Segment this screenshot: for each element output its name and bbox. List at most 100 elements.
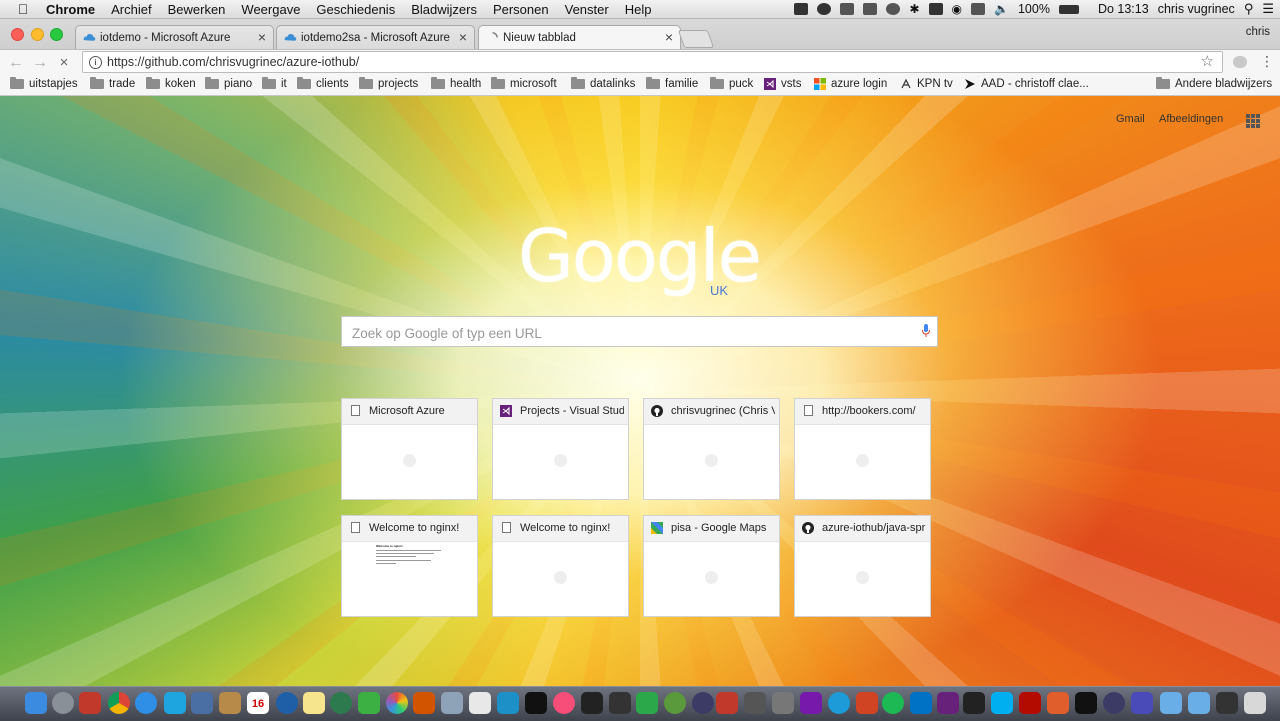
- microphone-icon[interactable]: [922, 324, 930, 337]
- app-tray-icon[interactable]: [817, 3, 832, 15]
- bookmark-microsoft[interactable]: microsoft: [491, 77, 557, 90]
- terminal-icon[interactable]: [525, 692, 547, 714]
- most-visited-tile[interactable]: Welcome to nginx!: [492, 515, 629, 617]
- skype-alt-icon[interactable]: [164, 692, 186, 714]
- contacts-icon[interactable]: [219, 692, 241, 714]
- tab-close-icon[interactable]: ×: [258, 29, 266, 45]
- search-input[interactable]: [350, 322, 914, 344]
- system-preferences-icon[interactable]: [772, 692, 794, 714]
- keyboard-icon[interactable]: [928, 3, 943, 15]
- outlook-icon[interactable]: [910, 692, 932, 714]
- back-button[interactable]: ←: [6, 53, 26, 73]
- apps-grid-icon[interactable]: [1246, 114, 1260, 128]
- bookmark-clients[interactable]: clients: [297, 77, 349, 90]
- app-circle-2-icon[interactable]: [1103, 692, 1125, 714]
- notification-center-icon[interactable]: ☰: [1262, 1, 1274, 17]
- bookmark-vsts[interactable]: vsts: [764, 78, 801, 90]
- tab-close-icon[interactable]: ×: [459, 29, 467, 45]
- bookmark-puck[interactable]: puck: [710, 77, 753, 90]
- bookmark-datalinks[interactable]: datalinks: [571, 77, 635, 90]
- launchpad-icon[interactable]: [52, 692, 74, 714]
- menu-help[interactable]: Help: [617, 2, 660, 17]
- gmail-link[interactable]: Gmail: [1116, 113, 1145, 125]
- menu-bladwijzers[interactable]: Bladwijzers: [403, 2, 485, 17]
- safari-icon[interactable]: [135, 692, 157, 714]
- spotlight-icon[interactable]: ⚲: [1244, 1, 1254, 17]
- most-visited-tile[interactable]: pisa - Google Maps: [643, 515, 780, 617]
- app-circle-icon[interactable]: [692, 692, 714, 714]
- window-minimize-button[interactable]: [31, 28, 44, 41]
- preview-icon[interactable]: [191, 692, 213, 714]
- most-visited-tile[interactable]: Microsoft Azure: [341, 398, 478, 500]
- bookmark-it[interactable]: it: [262, 77, 287, 90]
- time-machine-icon[interactable]: [886, 3, 901, 15]
- sourcetree-icon[interactable]: [358, 692, 380, 714]
- window-close-button[interactable]: [11, 28, 24, 41]
- console-icon[interactable]: [609, 692, 631, 714]
- downloads-folder-icon[interactable]: [1160, 692, 1182, 714]
- virtualbox-icon[interactable]: [441, 692, 463, 714]
- bookmark-projects[interactable]: projects: [359, 77, 418, 90]
- trash-icon[interactable]: [1244, 692, 1266, 714]
- info-icon[interactable]: i: [89, 56, 102, 69]
- bookmark-uitstapjes[interactable]: uitstapjes: [10, 77, 78, 90]
- activity-monitor-icon[interactable]: [581, 692, 603, 714]
- bookmark-piano[interactable]: piano: [205, 77, 252, 90]
- battery-percent[interactable]: 100%: [1018, 2, 1050, 16]
- airplay-icon[interactable]: [971, 3, 986, 15]
- images-link[interactable]: Afbeeldingen: [1159, 113, 1223, 125]
- forward-button[interactable]: →: [30, 53, 50, 73]
- address-url[interactable]: https://github.com/chrisvugrinec/azure-i…: [107, 52, 359, 72]
- bookmark-aad[interactable]: AAD - christoff clae...: [964, 78, 1089, 90]
- rocket-icon[interactable]: [79, 692, 101, 714]
- feather-icon[interactable]: [1047, 692, 1069, 714]
- chrome-menu-icon[interactable]: ⋮: [1260, 53, 1274, 70]
- menu-geschiedenis[interactable]: Geschiedenis: [308, 2, 403, 17]
- tab-close-icon[interactable]: ×: [665, 29, 673, 45]
- most-visited-tile[interactable]: azure-iothub/java-spring: [794, 515, 931, 617]
- menu-chrome[interactable]: Chrome: [38, 2, 103, 17]
- tab-iotdemo[interactable]: iotdemo - Microsoft Azure ×: [75, 25, 274, 49]
- bookmark-trade[interactable]: trade: [90, 77, 135, 90]
- chrome-icon[interactable]: [108, 692, 130, 714]
- bookmark-andere[interactable]: Andere bladwijzers: [1156, 77, 1272, 90]
- most-visited-tile[interactable]: http://bookers.com/: [794, 398, 931, 500]
- todoist-icon[interactable]: [716, 692, 738, 714]
- menu-personen[interactable]: Personen: [485, 2, 557, 17]
- onenote-icon[interactable]: [800, 692, 822, 714]
- volume-icon[interactable]: 🔈: [994, 2, 1009, 16]
- skype-icon[interactable]: [991, 692, 1013, 714]
- keynote-icon[interactable]: [469, 692, 491, 714]
- android-icon[interactable]: [664, 692, 686, 714]
- menu-weergave[interactable]: Weergave: [233, 2, 308, 17]
- powerpoint-icon[interactable]: [856, 692, 878, 714]
- bookmark-familie[interactable]: familie: [646, 77, 698, 90]
- docker-icon[interactable]: [840, 3, 855, 15]
- terminal-2-icon[interactable]: [1075, 692, 1097, 714]
- app-shield-icon[interactable]: [1131, 692, 1153, 714]
- clock[interactable]: Do 13:13: [1098, 2, 1149, 16]
- menu-bewerken[interactable]: Bewerken: [160, 2, 234, 17]
- xcode-icon[interactable]: [497, 692, 519, 714]
- bookmark-koken[interactable]: koken: [146, 77, 196, 90]
- finder-icon[interactable]: [25, 692, 47, 714]
- notes-icon[interactable]: [303, 692, 325, 714]
- profile-button[interactable]: chris: [1246, 26, 1270, 38]
- wifi-icon[interactable]: ◉: [952, 2, 962, 16]
- photos-icon[interactable]: [386, 692, 408, 714]
- bluetooth-icon[interactable]: ✱: [909, 2, 919, 16]
- visual-studio-code-icon[interactable]: [937, 692, 959, 714]
- calendar-icon[interactable]: 16: [247, 692, 269, 714]
- battery-icon[interactable]: [1058, 4, 1079, 14]
- tab-new-tab[interactable]: Nieuw tabblad ×: [478, 25, 681, 50]
- time-machine-dock-icon[interactable]: [330, 692, 352, 714]
- most-visited-tile[interactable]: Projects - Visual Studio: [492, 398, 629, 500]
- notification-icon[interactable]: [863, 3, 878, 15]
- menu-archief[interactable]: Archief: [103, 2, 159, 17]
- tab-iotdemo2sa[interactable]: iotdemo2sa - Microsoft Azure ×: [276, 25, 475, 49]
- user-name[interactable]: chris vugrinec: [1158, 2, 1235, 16]
- bookmark-kpn-tv[interactable]: KPN tv: [900, 78, 953, 90]
- evernote-icon[interactable]: [636, 692, 658, 714]
- most-visited-tile[interactable]: chrisvugrinec (Chris Vugrinec): [643, 398, 780, 500]
- bookmark-health[interactable]: health: [431, 77, 481, 90]
